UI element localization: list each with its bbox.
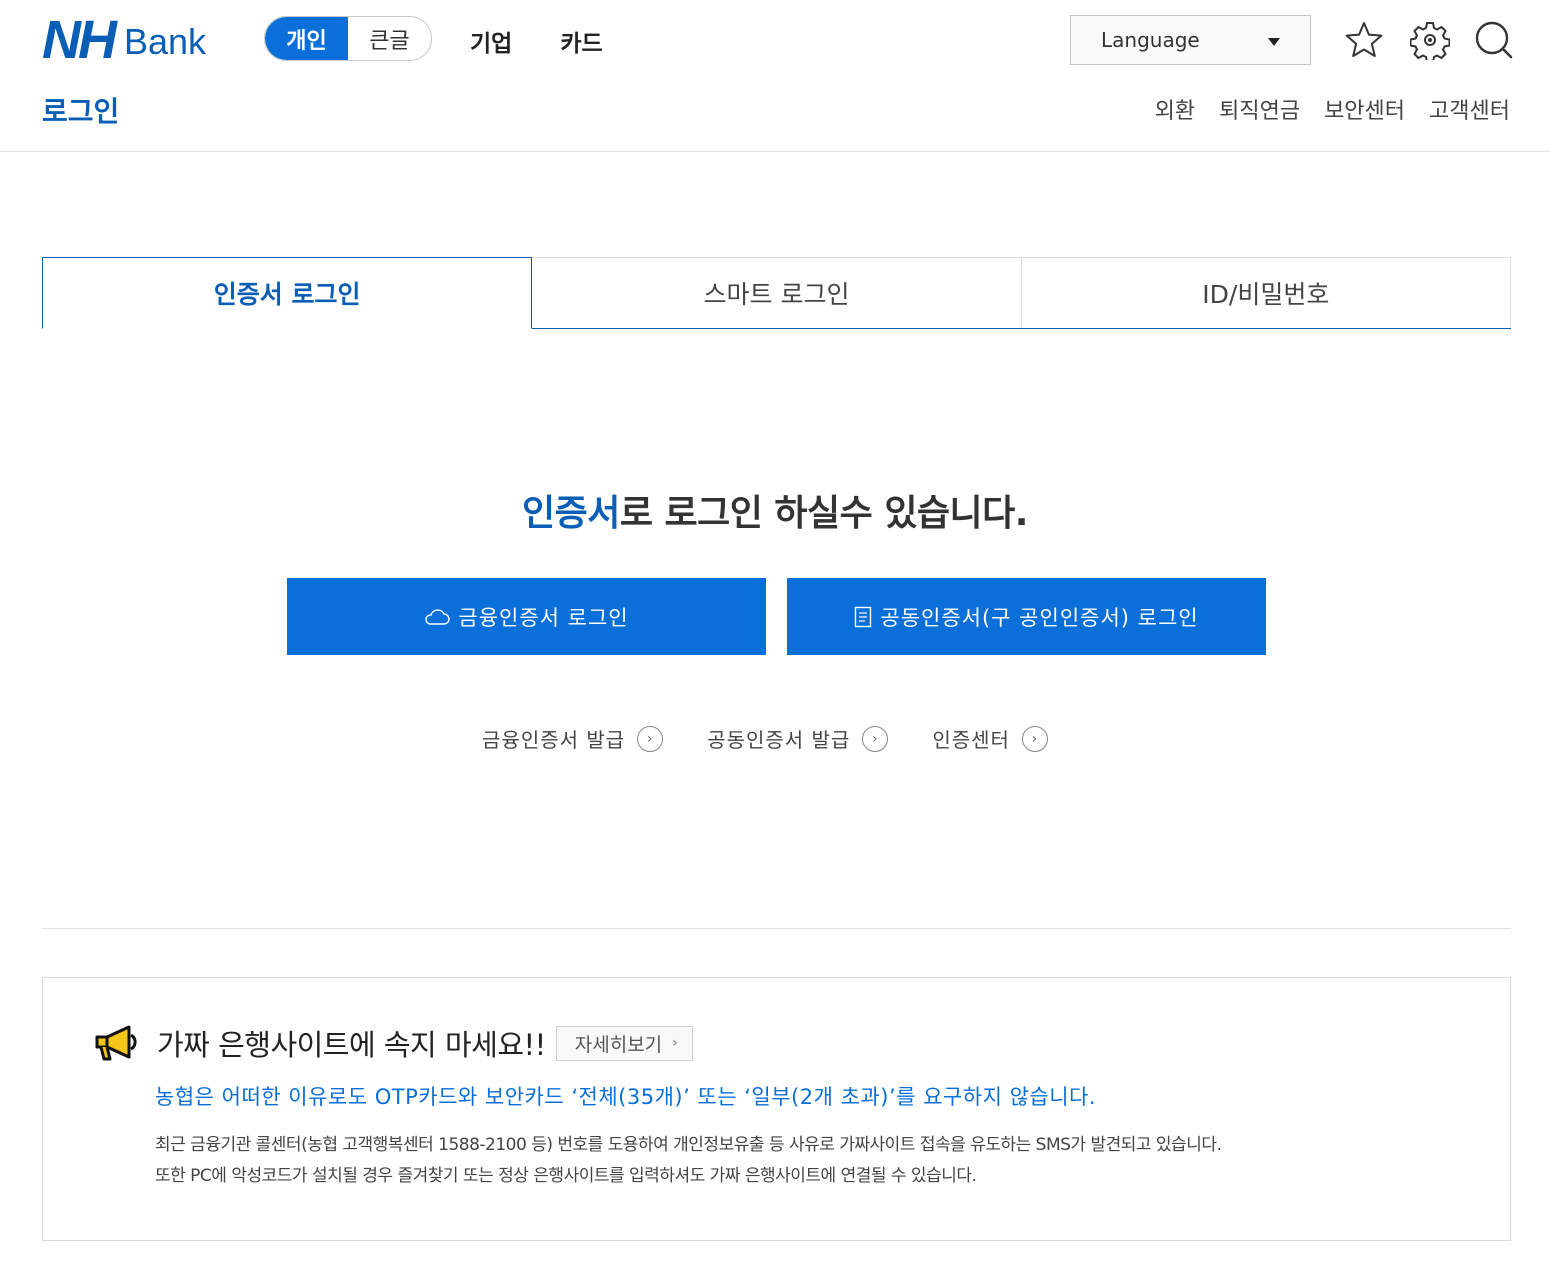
- logo-nh-text: NH: [42, 10, 117, 70]
- nh-bank-logo[interactable]: NH Bank: [42, 10, 207, 70]
- link-certificate-center[interactable]: 인증센터 ›: [932, 724, 1048, 753]
- financial-certificate-login-label: 금융인증서 로그인: [458, 605, 629, 630]
- cloud-icon: [425, 608, 450, 625]
- notice-body-line-1: 최근 금융기관 콜센터(농협 고객행복센터 1588-2100 등) 번호를 도…: [155, 1135, 1222, 1155]
- sub-nav-pension[interactable]: 퇴직연금: [1219, 93, 1300, 125]
- tab-smart-login[interactable]: 스마트 로그인: [532, 257, 1022, 328]
- phishing-notice: 가짜 은행사이트에 속지 마세요!! 자세히보기 › 농협은 어떠한 이유로도 …: [42, 977, 1511, 1241]
- megaphone-icon: [95, 1025, 137, 1061]
- favorite-star-icon[interactable]: [1344, 20, 1384, 60]
- language-select-value: Language: [1101, 28, 1200, 52]
- link-certificate-center-label: 인증센터: [932, 728, 1010, 752]
- chevron-right-icon: ›: [672, 1035, 678, 1051]
- link-financial-certificate-issue[interactable]: 금융인증서 발급 ›: [482, 724, 664, 753]
- notice-body: 최근 금융기관 콜센터(농협 고객행복센터 1588-2100 등) 번호를 도…: [155, 1130, 1222, 1192]
- search-icon[interactable]: [1474, 20, 1514, 60]
- link-joint-certificate-issue[interactable]: 공동인증서 발급 ›: [707, 724, 889, 753]
- caret-down-icon: [1268, 38, 1280, 46]
- headline-rest: 로 로그인 하실수 있습니다.: [619, 493, 1029, 534]
- mode-large-text-button[interactable]: 큰글: [348, 17, 431, 60]
- nav-business[interactable]: 기업: [470, 24, 512, 58]
- sub-nav-customer-center[interactable]: 고객센터: [1429, 93, 1510, 125]
- sub-nav-foreign-exchange[interactable]: 외환: [1155, 93, 1195, 125]
- certificate-links: 금융인증서 발급 › 공동인증서 발급 › 인증센터 ›: [0, 724, 1550, 753]
- settings-gear-icon[interactable]: [1409, 20, 1451, 63]
- headline-accent: 인증서: [522, 493, 620, 534]
- chevron-right-icon: ›: [862, 725, 889, 752]
- login-headline: 인증서로 로그인 하실수 있습니다.: [0, 484, 1550, 536]
- section-divider: [42, 928, 1511, 929]
- notice-warning: 농협은 어떠한 이유로도 OTP카드와 보안카드 ‘전체(35개)’ 또는 ‘일…: [155, 1085, 1097, 1109]
- notice-body-line-2: 또한 PC에 악성코드가 설치될 경우 즐겨찾기 또는 정상 은행사이트를 입력…: [155, 1166, 977, 1186]
- header-divider: [0, 151, 1550, 152]
- language-select[interactable]: Language: [1070, 15, 1311, 65]
- login-tabs: 인증서 로그인 스마트 로그인 ID/비밀번호: [42, 257, 1511, 329]
- tab-certificate-login[interactable]: 인증서 로그인: [42, 257, 533, 329]
- notice-title: 가짜 은행사이트에 속지 마세요!!: [157, 1028, 546, 1062]
- joint-certificate-login-button[interactable]: 공동인증서(구 공인인증서) 로그인: [787, 578, 1266, 655]
- logo-bank-text: Bank: [124, 21, 207, 62]
- chevron-right-icon: ›: [637, 725, 664, 752]
- view-detail-label: 자세히보기: [574, 1033, 663, 1056]
- joint-certificate-login-label: 공동인증서(구 공인인증서) 로그인: [880, 605, 1199, 630]
- page-title: 로그인: [42, 95, 120, 128]
- document-icon: [855, 606, 872, 627]
- nav-card[interactable]: 카드: [560, 24, 602, 58]
- sub-nav: 외환 퇴직연금 보안센터 고객센터: [1155, 93, 1510, 125]
- financial-certificate-login-button[interactable]: 금융인증서 로그인: [287, 578, 766, 655]
- mode-personal-button[interactable]: 개인: [265, 17, 348, 60]
- sub-nav-security-center[interactable]: 보안센터: [1324, 93, 1405, 125]
- link-joint-certificate-issue-label: 공동인증서 발급: [707, 728, 851, 752]
- view-detail-button[interactable]: 자세히보기 ›: [555, 1025, 693, 1061]
- top-nav: 기업 카드: [470, 24, 603, 58]
- tab-id-password[interactable]: ID/비밀번호: [1021, 257, 1511, 328]
- notice-header: 가짜 은행사이트에 속지 마세요!! 자세히보기 ›: [93, 1022, 693, 1064]
- chevron-right-icon: ›: [1021, 725, 1048, 752]
- mode-toggle: 개인 큰글: [264, 16, 432, 61]
- link-financial-certificate-issue-label: 금융인증서 발급: [482, 728, 626, 752]
